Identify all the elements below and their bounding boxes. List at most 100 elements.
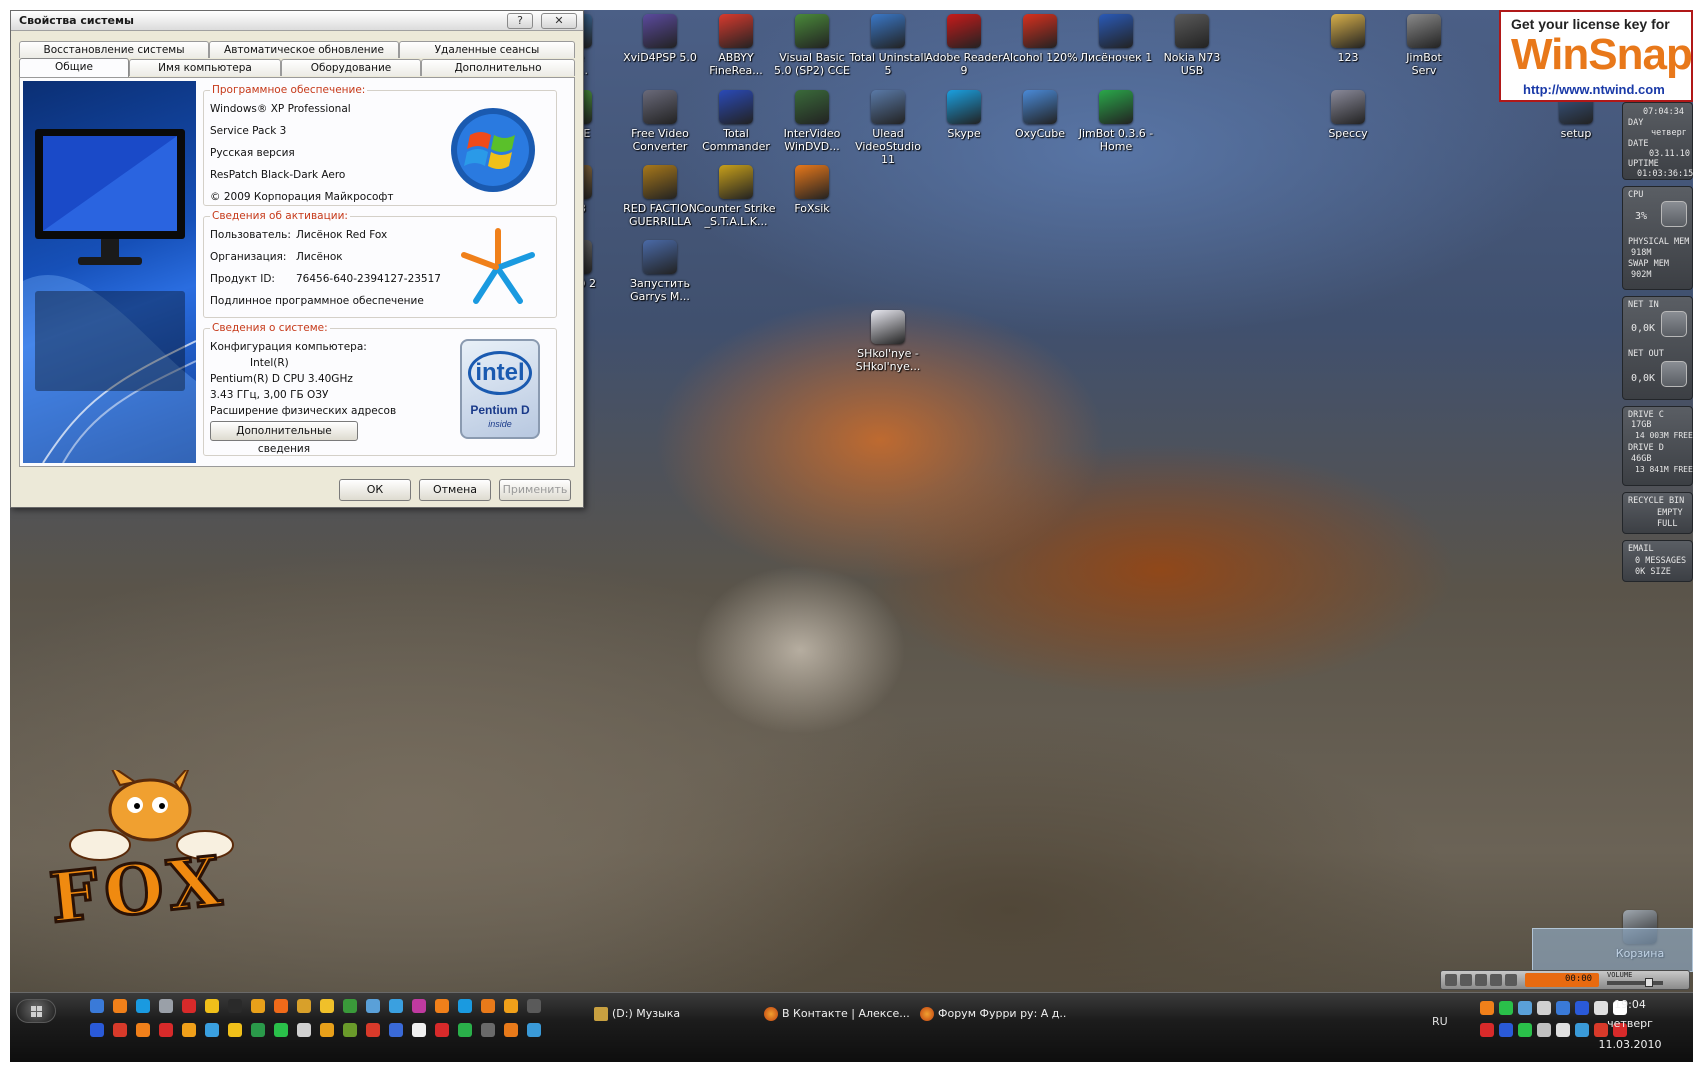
quick-launch-icon[interactable] [205,999,219,1013]
stop-button[interactable] [1490,974,1502,986]
quick-launch-icon[interactable] [113,999,127,1013]
tray-icon[interactable] [1518,1001,1532,1015]
clock-time[interactable]: 19:04 [1590,998,1670,1011]
more-info-button[interactable]: Дополнительные сведения [210,421,358,455]
quick-launch-icon[interactable] [274,999,288,1013]
desktop[interactable]: FOX ote tra...XviD4PSP 5.0ABBYY FineRea.… [10,10,1693,1062]
language-indicator[interactable]: RU [1432,1015,1448,1028]
tray-icon[interactable] [1499,1023,1513,1037]
desktop-icon[interactable]: FoXsik [772,165,852,215]
quick-launch-icon[interactable] [412,1023,426,1037]
quick-launch-icon[interactable] [481,1023,495,1037]
quick-launch-icon[interactable] [366,1023,380,1037]
tab-remote[interactable]: Удаленные сеансы [399,41,575,58]
next-button[interactable] [1505,974,1517,986]
volume-knob[interactable] [1645,978,1653,987]
desktop-icon[interactable]: Ulead VideoStudio 11 [848,90,928,166]
quick-launch-icon[interactable] [366,999,380,1013]
media-player[interactable]: 00:00 VOLUME [1440,970,1690,990]
desktop-icon[interactable]: Запустить Garrys M... [620,240,700,303]
quick-launch-icon[interactable] [90,999,104,1013]
quick-launch-icon[interactable] [320,1023,334,1037]
ok-button[interactable]: ОК [339,479,411,501]
desktop-icon[interactable]: Adobe Reader 9 [924,14,1004,77]
desktop-icon[interactable]: Visual Basic 5.0 (SP2) CCE [772,14,852,77]
desktop-icon[interactable]: Total Uninstall 5 [848,14,928,77]
tab-hardware[interactable]: Оборудование [281,59,421,76]
prev-button[interactable] [1445,974,1457,986]
tray-icon[interactable] [1537,1001,1551,1015]
quick-launch-icon[interactable] [481,999,495,1013]
quick-launch-icon[interactable] [274,1023,288,1037]
tray-icon[interactable] [1575,1023,1589,1037]
desktop-icon[interactable]: XviD4PSP 5.0 [620,14,700,64]
tray-icon[interactable] [1499,1001,1513,1015]
desktop-icon[interactable]: 123 [1308,14,1388,64]
winsnap-banner[interactable]: Get your license key for WinSnap http://… [1499,10,1693,102]
winsnap-url[interactable]: http://www.ntwind.com [1523,82,1665,97]
close-button[interactable]: ✕ [541,13,577,29]
quick-launch-icon[interactable] [90,1023,104,1037]
tab-advanced[interactable]: Дополнительно [421,59,575,76]
play-button[interactable] [1460,974,1472,986]
quick-launch-icon[interactable] [159,1023,173,1037]
quick-launch-icon[interactable] [504,999,518,1013]
quick-launch-icon[interactable] [159,999,173,1013]
cancel-button[interactable]: Отмена [419,479,491,501]
tab-automatic-updates[interactable]: Автоматическое обновление [209,41,399,58]
quick-launch-icon[interactable] [343,1023,357,1037]
desktop-icon[interactable]: Speccy [1308,90,1388,140]
tray-icon[interactable] [1480,1023,1494,1037]
dialog-titlebar[interactable]: Свойства системы ? ✕ [11,11,583,31]
pause-button[interactable] [1475,974,1487,986]
quick-launch-icon[interactable] [228,1023,242,1037]
quick-launch-icon[interactable] [320,999,334,1013]
tray-icon[interactable] [1518,1023,1532,1037]
quick-launch-icon[interactable] [182,999,196,1013]
quick-launch-icon[interactable] [504,1023,518,1037]
quick-launch-icon[interactable] [435,999,449,1013]
tab-computer-name[interactable]: Имя компьютера [129,59,281,76]
volume-slider[interactable] [1607,981,1663,985]
quick-launch-icon[interactable] [458,1023,472,1037]
task-music-folder[interactable]: (D:) Музыка [590,1003,740,1025]
quick-launch-icon[interactable] [205,1023,219,1037]
task-vkontakte[interactable]: В Контакте | Алексе... [760,1003,910,1025]
quick-launch-icon[interactable] [527,999,541,1013]
desktop-icon[interactable]: Nokia N73 USB [1152,14,1232,77]
quick-launch-icon[interactable] [182,1023,196,1037]
apply-button[interactable]: Применить [499,479,571,501]
tray-icon[interactable] [1556,1001,1570,1015]
quick-launch-icon[interactable] [113,1023,127,1037]
desktop-icon[interactable]: ABBYY FineRea... [696,14,776,77]
tray-icon[interactable] [1537,1023,1551,1037]
desktop-icon[interactable]: RED FACTION GUERRILLA [620,165,700,228]
start-button[interactable] [16,999,56,1023]
quick-launch-icon[interactable] [136,1023,150,1037]
help-button[interactable]: ? [507,13,533,29]
quick-launch-icon[interactable] [251,999,265,1013]
desktop-icon[interactable]: Alcohol 120% [1000,14,1080,64]
quick-launch-icon[interactable] [297,1023,311,1037]
desktop-icon[interactable]: OxyCube [1000,90,1080,140]
tab-general[interactable]: Общие [19,58,129,77]
quick-launch-icon[interactable] [136,999,150,1013]
tray-icon[interactable] [1556,1023,1570,1037]
quick-launch-icon[interactable] [458,999,472,1013]
desktop-icon[interactable]: Skype [924,90,1004,140]
quick-launch-icon[interactable] [435,1023,449,1037]
quick-launch-icon[interactable] [297,999,311,1013]
desktop-icon[interactable]: JimBot 0.3.6 - Home [1076,90,1156,153]
quick-launch-icon[interactable] [251,1023,265,1037]
quick-launch-icon[interactable] [228,999,242,1013]
task-furry-forum[interactable]: Форум Фурри ру: А д... [916,1003,1066,1025]
desktop-icon[interactable]: Лисёночек 1 [1076,14,1156,64]
quick-launch-icon[interactable] [343,999,357,1013]
tray-icon[interactable] [1480,1001,1494,1015]
desktop-icon[interactable]: Free Video Converter [620,90,700,153]
quick-launch-icon[interactable] [389,999,403,1013]
quick-launch-icon[interactable] [527,1023,541,1037]
desktop-icon[interactable]: InterVideo WinDVD... [772,90,852,153]
desktop-icon[interactable]: SHkol'nye - SHkol'nye... [848,310,928,373]
tab-system-restore[interactable]: Восстановление системы [19,41,209,58]
